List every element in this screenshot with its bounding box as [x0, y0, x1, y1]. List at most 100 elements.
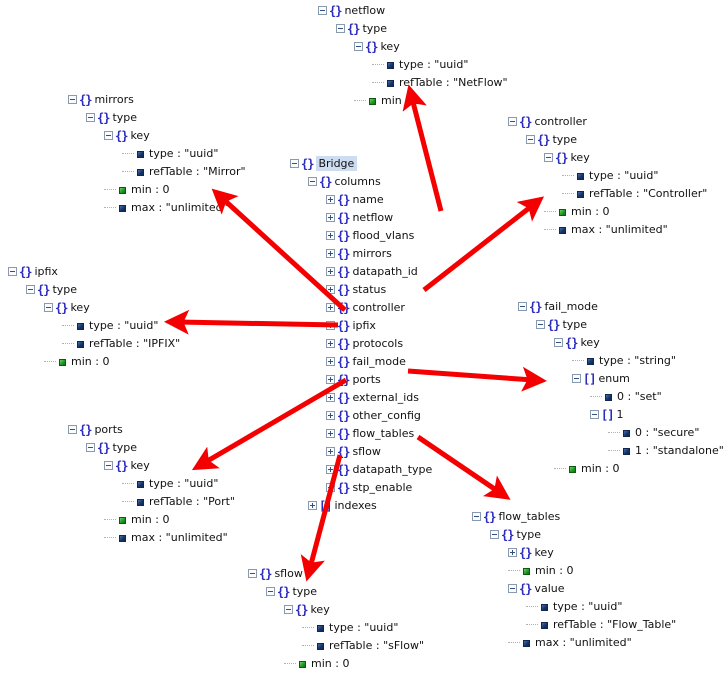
tree-node-label[interactable]: type — [112, 441, 137, 454]
collapse-icon[interactable] — [544, 152, 553, 162]
collapse-icon[interactable] — [104, 460, 113, 470]
expand-icon[interactable] — [508, 547, 517, 557]
tree-node-label[interactable]: controller — [534, 115, 586, 128]
tree-node-label[interactable]: netflow — [344, 4, 385, 17]
tree-node-label[interactable]: flow_tables — [498, 510, 560, 523]
tree-node-label[interactable]: refTable : "Flow_Table" — [553, 618, 676, 631]
tree-row[interactable]: {} mirrors — [68, 91, 246, 109]
tree-row[interactable]: min : 0 — [472, 562, 676, 580]
tree-row[interactable]: {} type — [248, 583, 424, 601]
tree-node-label[interactable]: type : "string" — [599, 354, 676, 367]
expand-icon[interactable] — [326, 446, 335, 456]
tree-node-label[interactable]: type — [112, 111, 137, 124]
collapse-icon[interactable] — [308, 176, 317, 186]
tree-row[interactable]: {} protocols — [290, 335, 432, 353]
tree-row[interactable]: {} datapath_type — [290, 461, 432, 479]
tree-row[interactable]: {} columns — [290, 173, 432, 191]
tree-node-label[interactable]: value — [534, 582, 564, 595]
expand-icon[interactable] — [326, 482, 335, 492]
collapse-icon[interactable] — [104, 130, 113, 140]
tree-node-label[interactable]: indexes — [334, 499, 376, 512]
collapse-icon[interactable] — [554, 337, 563, 347]
tree-row[interactable]: {} netflow — [290, 209, 432, 227]
tree-row[interactable]: {} sflow — [290, 443, 432, 461]
expand-icon[interactable] — [326, 266, 335, 276]
tree-row[interactable]: {} flow_tables — [290, 425, 432, 443]
tree-row[interactable]: type : "uuid" — [248, 619, 424, 637]
collapse-icon[interactable] — [572, 373, 581, 383]
tree-row[interactable]: {} type — [508, 131, 707, 149]
tree-node-label[interactable]: type : "uuid" — [553, 600, 622, 613]
expand-icon[interactable] — [326, 356, 335, 366]
tree-node-label[interactable]: type — [562, 318, 587, 331]
tree-node-label[interactable]: protocols — [352, 337, 403, 350]
tree-node-label[interactable]: key — [380, 40, 399, 53]
tree-node-label[interactable]: type : "uuid" — [149, 147, 218, 160]
tree-node-label[interactable]: 0 : "secure" — [635, 426, 699, 439]
tree-row[interactable]: {} key — [518, 334, 724, 352]
tree-node-label[interactable]: type : "uuid" — [589, 169, 658, 182]
tree-row[interactable]: type : "uuid" — [68, 475, 235, 493]
tree-row[interactable]: {} controller — [290, 299, 432, 317]
collapse-icon[interactable] — [86, 442, 95, 452]
tree-node-label[interactable]: key — [130, 459, 149, 472]
tree-row[interactable]: min : 0 — [508, 203, 707, 221]
tree-node-label[interactable]: stp_enable — [352, 481, 412, 494]
tree-node-label[interactable]: enum — [598, 372, 629, 385]
tree-node-label[interactable]: ipfix — [34, 265, 57, 278]
expand-icon[interactable] — [326, 320, 335, 330]
tree-node-label[interactable]: status — [352, 283, 386, 296]
collapse-icon[interactable] — [508, 116, 517, 126]
tree-row[interactable]: refTable : "IPFIX" — [8, 335, 180, 353]
collapse-icon[interactable] — [472, 511, 481, 521]
tree-node-label[interactable]: flood_vlans — [352, 229, 414, 242]
collapse-icon[interactable] — [8, 266, 17, 276]
tree-row[interactable]: {} key — [8, 299, 180, 317]
tree-row[interactable]: max : "unlimited" — [508, 221, 707, 239]
tree-node-label[interactable]: ports — [352, 373, 380, 386]
tree-row[interactable]: 0 : "secure" — [518, 424, 724, 442]
tree-node-label[interactable]: refTable : "Controller" — [589, 187, 707, 200]
tree-row[interactable]: {} flow_tables — [472, 508, 676, 526]
expand-icon[interactable] — [326, 392, 335, 402]
tree-row[interactable]: refTable : "sFlow" — [248, 637, 424, 655]
tree-node-label[interactable]: min : 0 — [535, 564, 573, 577]
tree-row[interactable]: {} fail_mode — [518, 298, 724, 316]
collapse-icon[interactable] — [266, 586, 275, 596]
tree-node-label[interactable]: datapath_id — [352, 265, 417, 278]
tree-node-label[interactable]: name — [352, 193, 383, 206]
collapse-icon[interactable] — [248, 568, 257, 578]
collapse-icon[interactable] — [518, 301, 527, 311]
tree-row[interactable]: type : "uuid" — [318, 56, 508, 74]
collapse-icon[interactable] — [68, 94, 77, 104]
tree-row[interactable]: {} key — [472, 544, 676, 562]
tree-node-label[interactable]: Bridge — [316, 156, 358, 171]
tree-node-label[interactable]: min : 0 — [571, 205, 609, 218]
tree-row[interactable]: {} status — [290, 281, 432, 299]
tree-row[interactable]: {} type — [318, 20, 508, 38]
tree-node-label[interactable]: refTable : "sFlow" — [329, 639, 424, 652]
tree-row[interactable]: max : "unlimited" — [68, 199, 246, 217]
tree-node-label[interactable]: key — [310, 603, 329, 616]
expand-icon[interactable] — [308, 500, 317, 510]
tree-row[interactable]: refTable : "Mirror" — [68, 163, 246, 181]
tree-node-label[interactable]: datapath_type — [352, 463, 432, 476]
tree-row[interactable]: type : "uuid" — [508, 167, 707, 185]
tree-row[interactable]: type : "string" — [518, 352, 724, 370]
tree-row[interactable]: {} key — [68, 457, 235, 475]
tree-row[interactable]: {} netflow — [318, 2, 508, 20]
tree-node-label[interactable]: refTable : "IPFIX" — [89, 337, 180, 350]
tree-row[interactable]: type : "uuid" — [68, 145, 246, 163]
tree-row[interactable]: {} ipfix — [8, 263, 180, 281]
tree-row[interactable]: [] enum — [518, 370, 724, 388]
expand-icon[interactable] — [326, 428, 335, 438]
tree-node-label[interactable]: key — [580, 336, 599, 349]
collapse-icon[interactable] — [336, 23, 345, 33]
collapse-icon[interactable] — [318, 5, 327, 15]
tree-node-label[interactable]: columns — [334, 175, 380, 188]
tree-row[interactable]: min : 0 — [8, 353, 180, 371]
tree-row[interactable]: [] indexes — [290, 497, 432, 515]
tree-row[interactable]: {} type — [68, 109, 246, 127]
tree-row[interactable]: {} ipfix — [290, 317, 432, 335]
tree-node-label[interactable]: 0 : "set" — [617, 390, 662, 403]
